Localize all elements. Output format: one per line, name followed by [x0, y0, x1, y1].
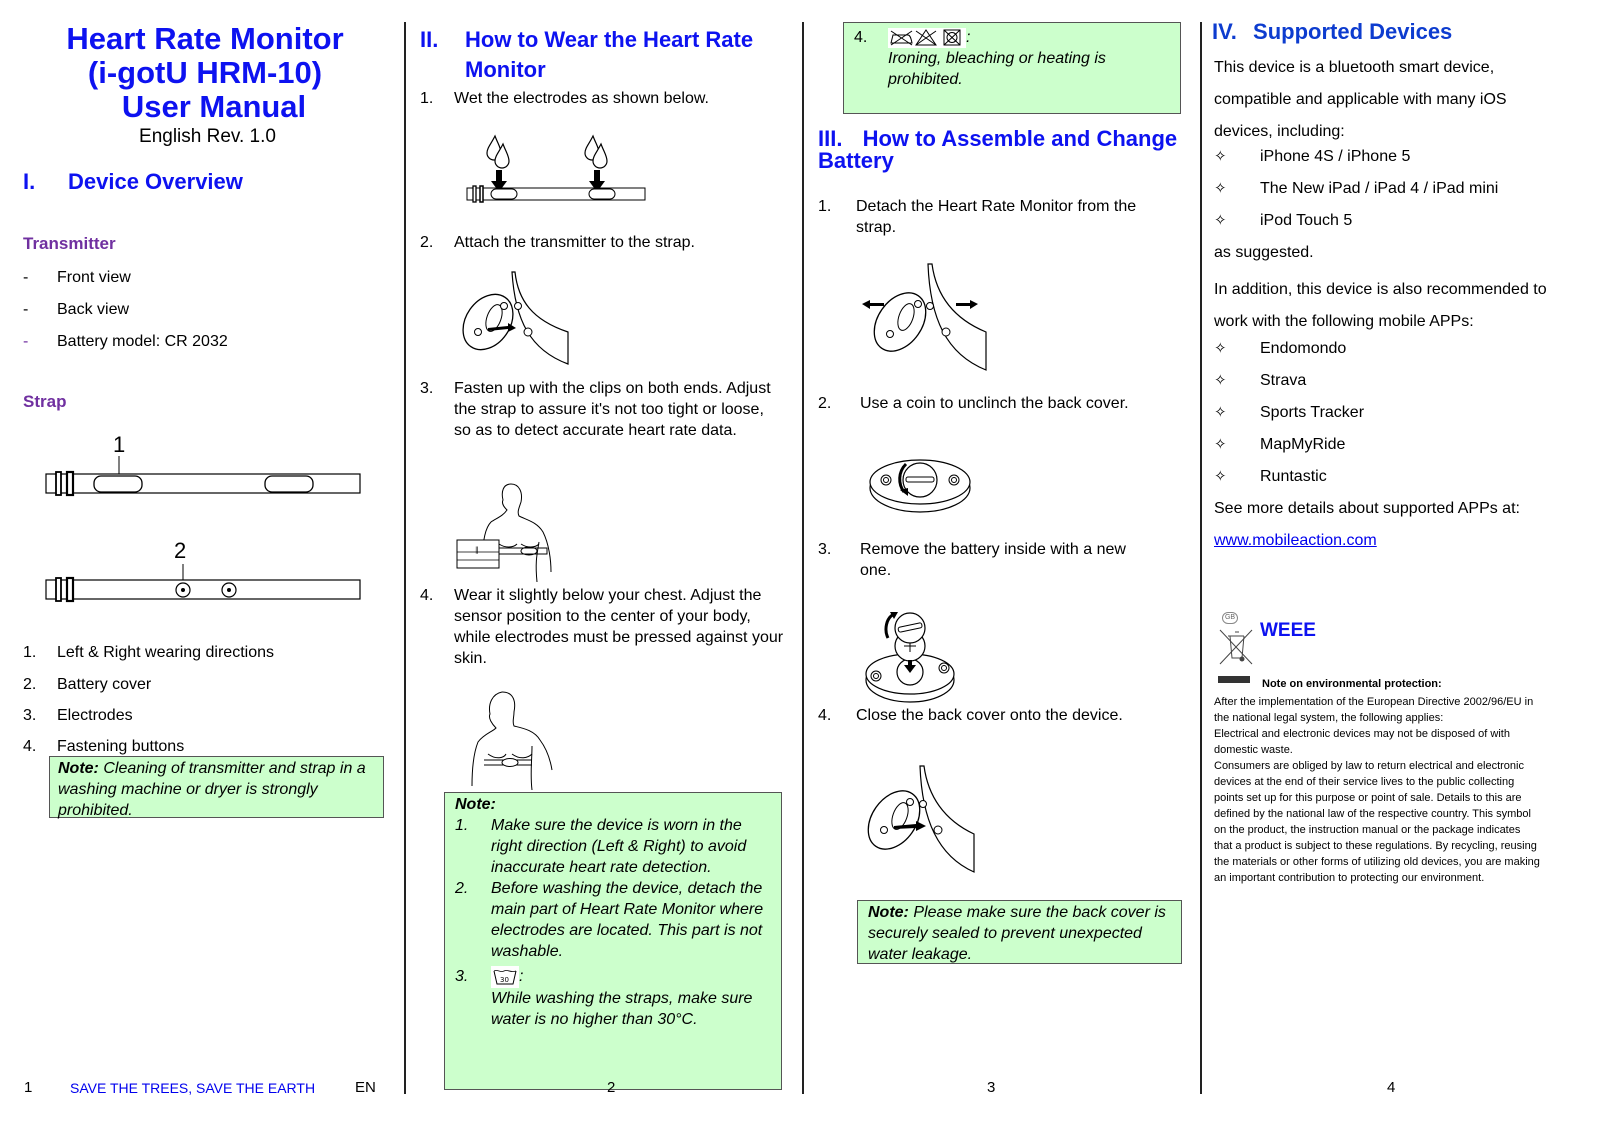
page-number-2: 2 [607, 1079, 616, 1096]
wear-note-item-3: 3. 30 : While washing the straps, make s… [455, 966, 753, 1028]
diamond-star-icon: ✧ [1214, 212, 1227, 229]
section1-title: Device Overview [68, 169, 243, 194]
column-divider-1 [404, 22, 406, 1094]
replace-battery-illustration [865, 612, 955, 703]
wear-note-label: Note: [455, 796, 496, 813]
document-subtitle: English Rev. 1.0 [139, 126, 276, 147]
mobileaction-link[interactable]: www.mobileaction.com [1214, 530, 1377, 551]
section2-heading: II. How to Wear the Heart Rate Monitor [420, 25, 790, 82]
seal-note-label: Note: [868, 904, 909, 921]
more-details-text: See more details about supported APPs at… [1214, 500, 1520, 517]
gb-badge: GB [1222, 612, 1238, 624]
as-suggested-text: as suggested. [1214, 244, 1314, 261]
transmitter-heading: Transmitter [23, 234, 116, 253]
section2-title: How to Wear the Heart Rate Monitor [465, 27, 754, 82]
section2-numeral: II. [420, 27, 439, 52]
section3-title-line1: How to Assemble and Change [862, 126, 1178, 151]
diamond-star-icon: ✧ [1214, 340, 1227, 357]
diamond-star-icon: ✧ [1214, 372, 1227, 389]
section3-heading: III. How to Assemble and Change Battery [818, 128, 1188, 172]
section4-heading: IV. Supported Devices [1212, 17, 1452, 47]
care-note-continued: 4. : Ironing, bleaching or heating is pr… [843, 22, 1181, 114]
supported-intro: This device is a bluetooth smart device,… [1214, 59, 1507, 140]
footer-language: EN [355, 1079, 376, 1096]
section1-numeral: I. [23, 169, 36, 194]
wash-30-icon: 30 [491, 966, 519, 988]
svg-text:30: 30 [500, 976, 509, 984]
wear-note-item-1: 1. Make sure the device is worn in the r… [455, 817, 747, 876]
diamond-star-icon: ✧ [1214, 468, 1227, 485]
section4-numeral: IV. [1212, 19, 1237, 44]
section3-title-line2: Battery [818, 148, 894, 173]
weee-paragraph: After the implementation of the European… [1214, 696, 1540, 884]
title-line-3: User Manual [121, 89, 307, 124]
strap-callout-2: 2 [174, 538, 187, 563]
cleaning-note: Note: Cleaning of transmitter and strap … [49, 756, 384, 819]
apps-intro: In addition, this device is also recomme… [1214, 281, 1547, 330]
title-line-2: (i-gotU HRM-10) [87, 55, 323, 90]
detach-monitor-illustration [862, 263, 987, 371]
seal-note-text: Please make sure the back cover is secur… [868, 904, 1166, 963]
wear-note-item-2: 2. Before washing the device, detach the… [455, 880, 764, 960]
note-text: Cleaning of transmitter and strap in a w… [58, 760, 366, 819]
attach-transmitter-illustration [462, 271, 569, 365]
unclinch-cover-illustration [869, 459, 971, 513]
weee-bin-icon [1218, 629, 1253, 683]
document-title: Heart Rate Monitor (i-gotU HRM-10) User … [20, 22, 390, 124]
wear-note: Note: 1. Make sure the device is worn in… [444, 792, 782, 1090]
section1-heading: I. Device Overview [23, 167, 243, 197]
page-number-4: 4 [1387, 1079, 1396, 1096]
wet-electrodes-illustration [466, 134, 646, 203]
footer-slogan: SAVE THE TREES, SAVE THE EARTH [70, 1080, 316, 1096]
diamond-star-icon: ✧ [1214, 436, 1227, 453]
strap-heading: Strap [23, 392, 67, 411]
note-label: Note: [58, 760, 99, 777]
weee-heading: WEEE [1260, 620, 1316, 641]
section4-title: Supported Devices [1253, 19, 1453, 44]
svg-text:‖: ‖ [475, 546, 479, 554]
diamond-star-icon: ✧ [1214, 404, 1227, 421]
seal-note: Note: Please make sure the back cover is… [857, 900, 1182, 964]
strap-front-illustration [45, 456, 361, 497]
diamond-star-icon: ✧ [1214, 180, 1227, 197]
diamond-star-icon: ✧ [1214, 148, 1227, 165]
title-line-1: Heart Rate Monitor [66, 21, 344, 56]
fasten-strap-illustration: ‖ [456, 483, 552, 583]
page-number-1: 1 [24, 1079, 33, 1096]
no-ironing-bleaching-drying-icons [888, 27, 966, 48]
column-divider-2 [802, 22, 804, 1094]
close-cover-illustration [867, 765, 975, 873]
column-divider-3 [1200, 22, 1202, 1094]
weee-note-heading: Note on environmental protection: [1262, 678, 1442, 690]
strap-back-illustration [45, 564, 361, 603]
page-number-3: 3 [987, 1079, 996, 1096]
wear-position-illustration [471, 691, 553, 791]
